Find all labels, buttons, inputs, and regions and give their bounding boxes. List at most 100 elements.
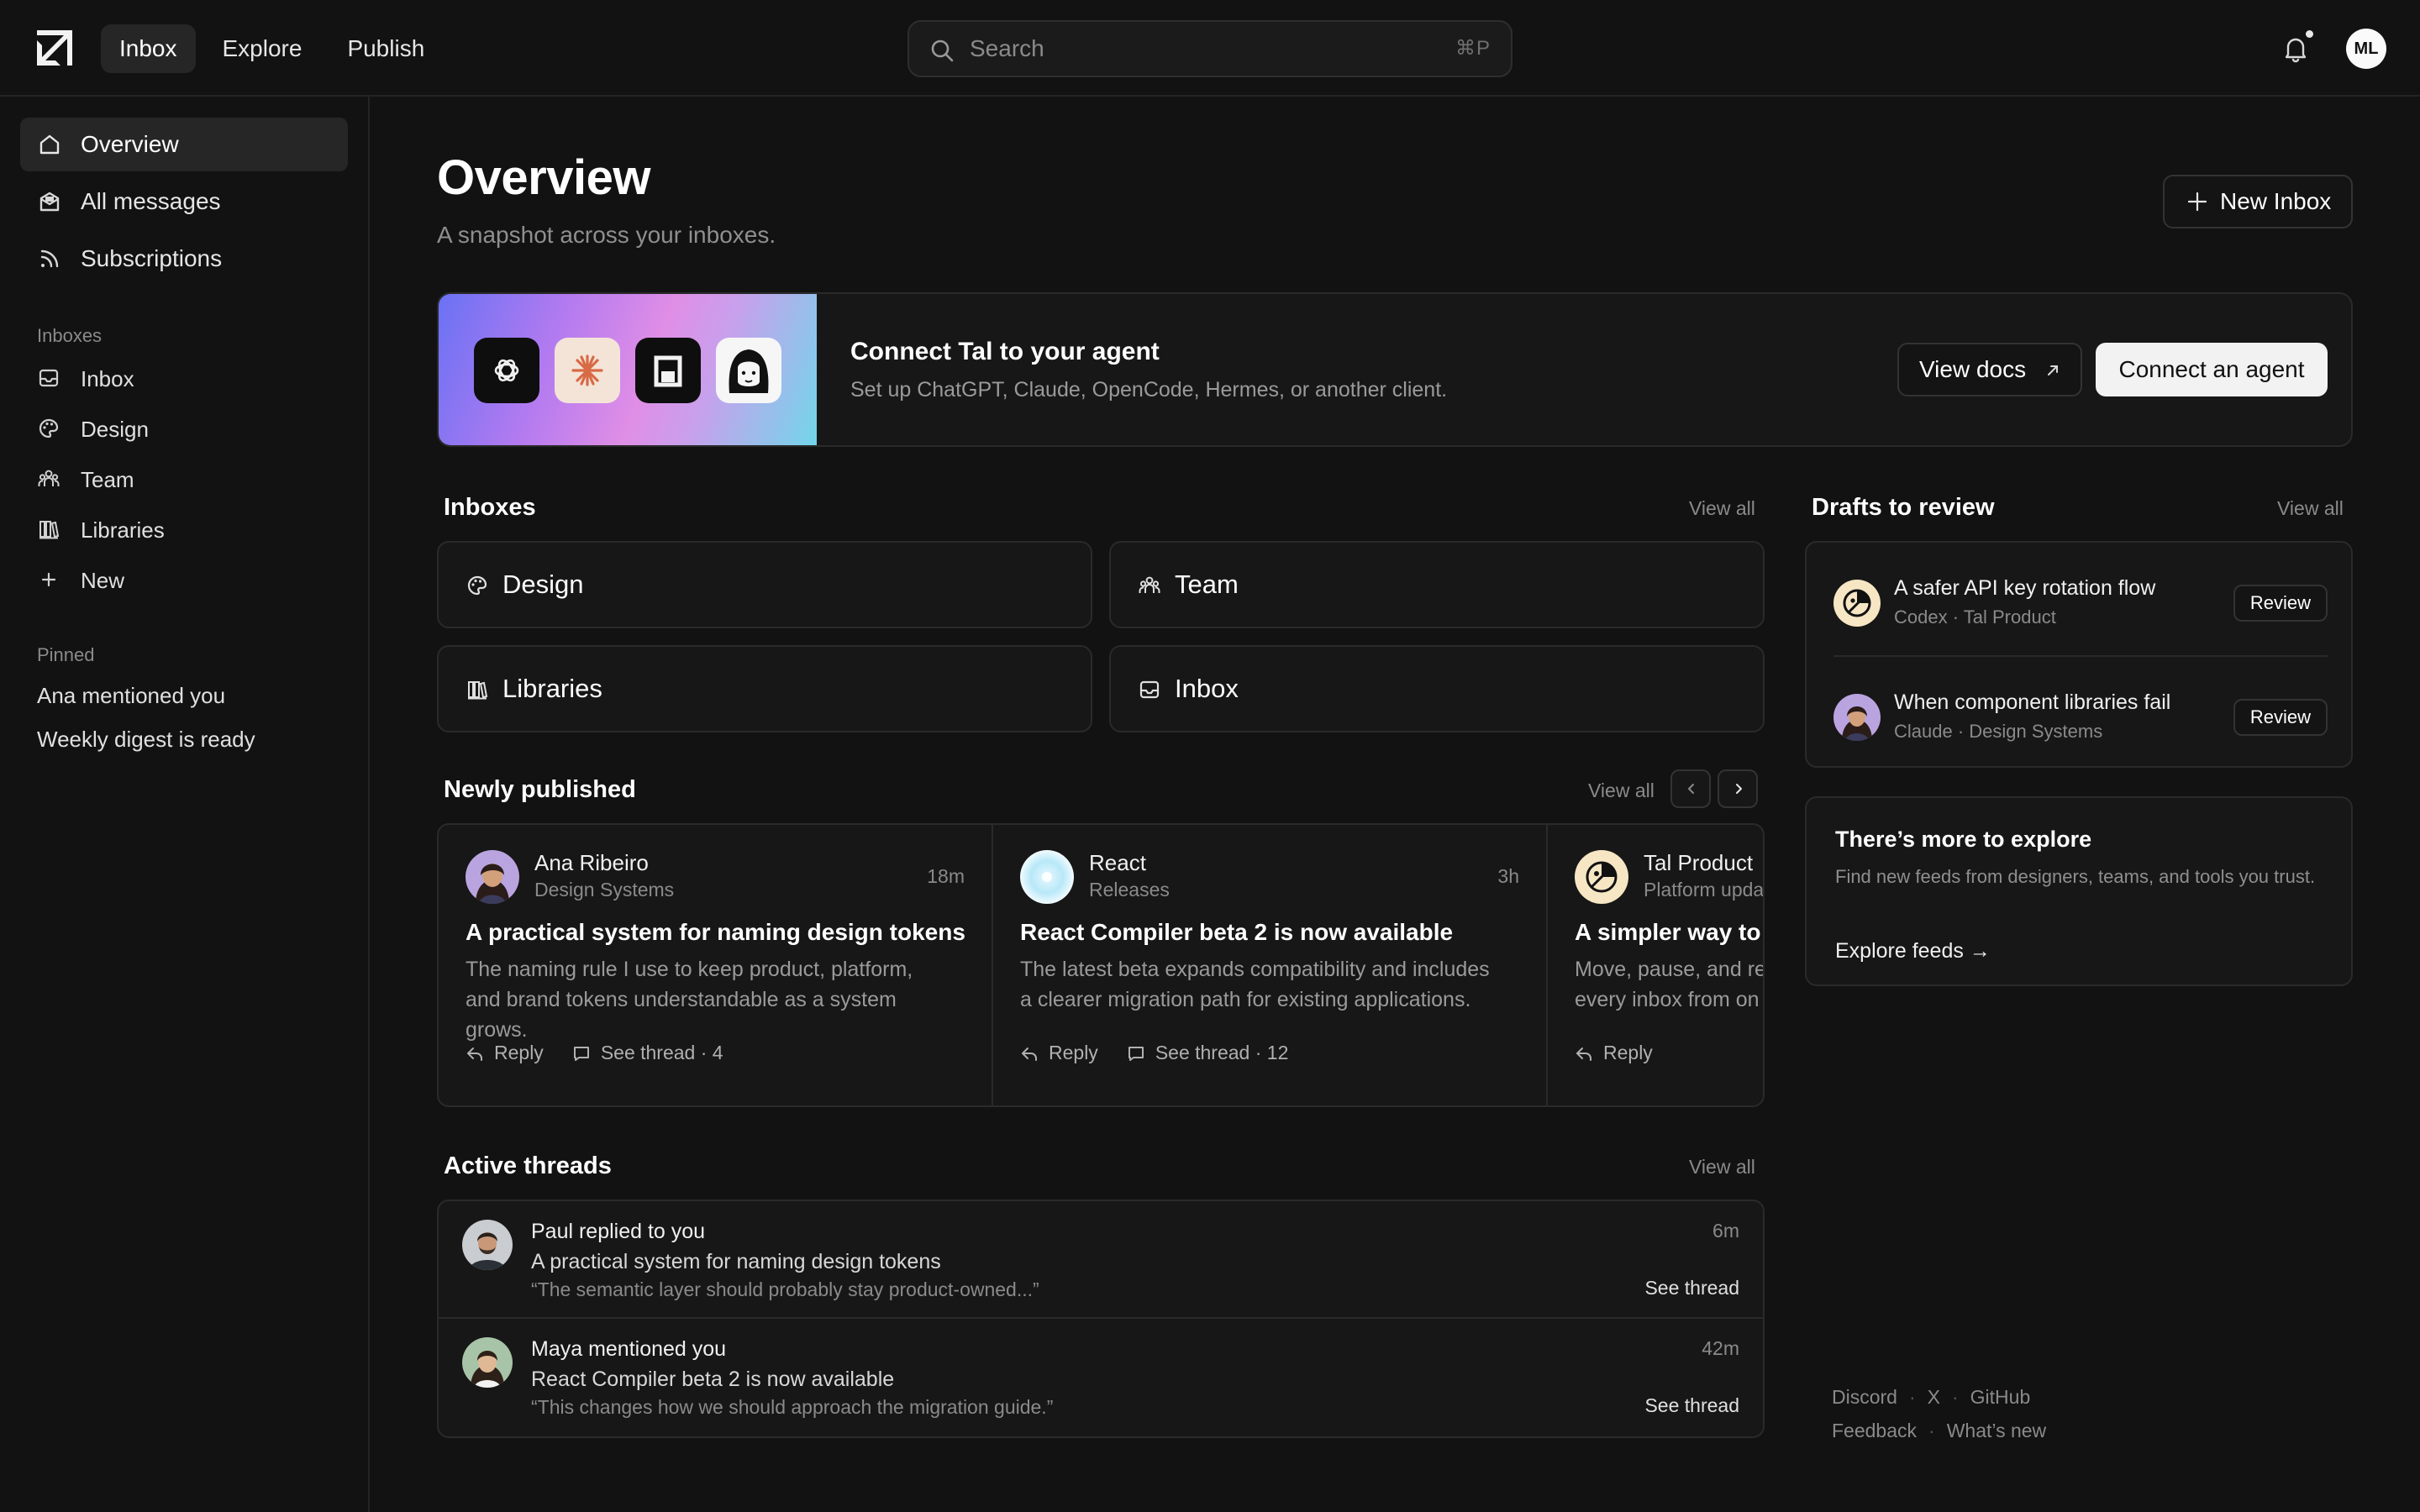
connect-agent-button[interactable]: Connect an agent (2096, 343, 2328, 396)
sidebar-item-libraries[interactable]: Libraries (20, 507, 348, 554)
nav-tab-publish[interactable]: Publish (329, 24, 443, 73)
see-thread-label: See thread · 12 (1155, 1042, 1289, 1063)
inbox-card-team[interactable]: Team (1109, 541, 1765, 628)
drafts-view-all-link[interactable]: View all (2277, 497, 2344, 520)
reply-button[interactable]: Reply (1020, 1042, 1098, 1064)
tal-product-avatar (1575, 850, 1628, 904)
chevron-right-icon (1736, 784, 1742, 794)
sidebar-item-all-messages[interactable]: All messages (20, 175, 348, 228)
review-button[interactable]: Review (2233, 699, 2328, 736)
team-icon (1139, 576, 1160, 593)
footer-separator: · (1928, 1420, 1935, 1441)
author-source: Releases (1089, 879, 1170, 900)
author-name: Ana Ribeiro (534, 850, 649, 875)
inbox-card-libraries[interactable]: Libraries (437, 645, 1092, 732)
library-icon (39, 521, 60, 539)
team-icon (38, 470, 60, 486)
thread-row[interactable]: Paul replied to you A practical system f… (439, 1201, 1763, 1319)
newly-published-view-all-link[interactable]: View all (1588, 780, 1655, 802)
view-docs-button[interactable]: View docs (1897, 343, 2082, 396)
pinned-item[interactable]: Ana mentioned you (37, 683, 225, 709)
explore-feeds-link[interactable]: Explore feeds → (1835, 939, 1991, 963)
comment-icon (573, 1046, 589, 1061)
carousel-prev-button[interactable] (1670, 769, 1711, 808)
maya-avatar (462, 1337, 513, 1388)
reply-label: Reply (1603, 1042, 1653, 1063)
published-actions: Reply See thread · 4 (466, 1042, 723, 1064)
see-thread-button[interactable]: See thread · 4 (572, 1042, 723, 1064)
published-card[interactable]: React Releases 3h React Compiler beta 2 … (993, 825, 1548, 1105)
footer-link-whats-new[interactable]: What’s new (1947, 1420, 2046, 1442)
carousel-next-button[interactable] (1718, 769, 1758, 808)
see-thread-link[interactable]: See thread (1644, 1394, 1739, 1417)
reply-icon (1022, 1047, 1037, 1061)
rss-icon (40, 249, 59, 268)
library-icon (468, 681, 488, 700)
published-title[interactable]: A simpler way to m (1575, 919, 1763, 946)
thread-row[interactable]: Maya mentioned you React Compiler beta 2… (439, 1319, 1763, 1436)
inboxes-section-title: Inboxes (444, 494, 536, 521)
bell-icon[interactable] (2281, 34, 2311, 64)
opencode-icon (635, 338, 701, 403)
banner-gradient-art (439, 294, 817, 445)
inbox-card-label: Libraries (502, 674, 602, 703)
nav-tab-inbox[interactable]: Inbox (101, 24, 196, 73)
footer-link-feedback[interactable]: Feedback (1832, 1420, 1917, 1442)
see-thread-label: See thread · 4 (600, 1042, 723, 1063)
reply-icon (1576, 1047, 1591, 1061)
inbox-card-inbox[interactable]: Inbox (1109, 645, 1765, 732)
published-actions: Reply See thread · 12 (1020, 1042, 1288, 1064)
external-link-icon (2048, 365, 2058, 375)
reply-label: Reply (1049, 1042, 1098, 1063)
sidebar-item-label: All messages (81, 188, 221, 214)
sidebar-item-label: Libraries (81, 517, 165, 543)
thread-time: 6m (1712, 1220, 1739, 1242)
sidebar-item-new[interactable]: New (20, 557, 348, 604)
app-logo-icon[interactable] (32, 27, 76, 71)
codex-avatar (1833, 580, 1881, 627)
review-button[interactable]: Review (2233, 585, 2328, 622)
pinned-item[interactable]: Weekly digest is ready (37, 727, 255, 753)
see-thread-link[interactable]: See thread (1644, 1277, 1739, 1299)
user-avatar[interactable]: ML (2346, 29, 2386, 69)
inboxes-view-all-link[interactable]: View all (1689, 497, 1755, 520)
new-inbox-button[interactable]: New Inbox (2163, 175, 2353, 228)
footer-links-row-1: Discord · X · GitHub (1832, 1386, 2030, 1409)
published-title[interactable]: A practical system for naming design tok… (466, 919, 965, 946)
sidebar-item-inbox[interactable]: Inbox (20, 355, 348, 402)
published-title[interactable]: React Compiler beta 2 is now available (1020, 919, 1453, 946)
newly-published-title: Newly published (444, 776, 636, 803)
view-docs-label: View docs (1919, 356, 2027, 382)
reply-button[interactable]: Reply (466, 1042, 544, 1064)
published-card[interactable]: Ana Ribeiro Design Systems 18m A practic… (439, 825, 993, 1105)
divider (1833, 655, 2328, 657)
active-threads-view-all-link[interactable]: View all (1689, 1156, 1755, 1179)
home-icon (39, 134, 60, 155)
sidebar-heading-inboxes: Inboxes (37, 325, 103, 346)
sidebar-item-design[interactable]: Design (20, 406, 348, 453)
sidebar-item-overview[interactable]: Overview (20, 118, 348, 171)
banner-text: Set up ChatGPT, Claude, OpenCode, Hermes… (850, 378, 1448, 402)
active-threads-title: Active threads (444, 1152, 612, 1179)
draft-title: When component libraries fail (1894, 690, 2171, 714)
reply-button[interactable]: Reply (1575, 1042, 1653, 1064)
footer-link-x[interactable]: X (1928, 1386, 1940, 1409)
page-subtitle: A snapshot across your inboxes. (437, 222, 776, 248)
sidebar-item-team[interactable]: Team (20, 456, 348, 503)
explore-text: Find new feeds from designers, teams, an… (1835, 866, 2316, 887)
thread-quote: “The semantic layer should probably stay… (531, 1278, 1039, 1300)
sidebar-heading-pinned: Pinned (37, 644, 95, 665)
sidebar-item-subscriptions[interactable]: Subscriptions (20, 232, 348, 286)
inbox-card-design[interactable]: Design (437, 541, 1092, 628)
footer-link-discord[interactable]: Discord (1832, 1386, 1897, 1409)
footer-link-github[interactable]: GitHub (1970, 1386, 2031, 1409)
published-excerpt: The latest beta expands compatibility an… (1020, 958, 1490, 1011)
claude-icon (555, 338, 620, 403)
draft-row[interactable]: A safer API key rotation flow Codex · Ta… (1833, 559, 2328, 643)
draft-row[interactable]: When component libraries fail Claude · D… (1833, 674, 2328, 758)
search-input[interactable]: Search ⌘P (908, 20, 1512, 77)
active-threads-list: Paul replied to you A practical system f… (437, 1200, 1765, 1438)
see-thread-button[interactable]: See thread · 12 (1127, 1042, 1289, 1064)
nav-tab-explore[interactable]: Explore (204, 24, 321, 73)
published-card[interactable]: Tal Product Platform upda A simpler way … (1548, 825, 1763, 1105)
